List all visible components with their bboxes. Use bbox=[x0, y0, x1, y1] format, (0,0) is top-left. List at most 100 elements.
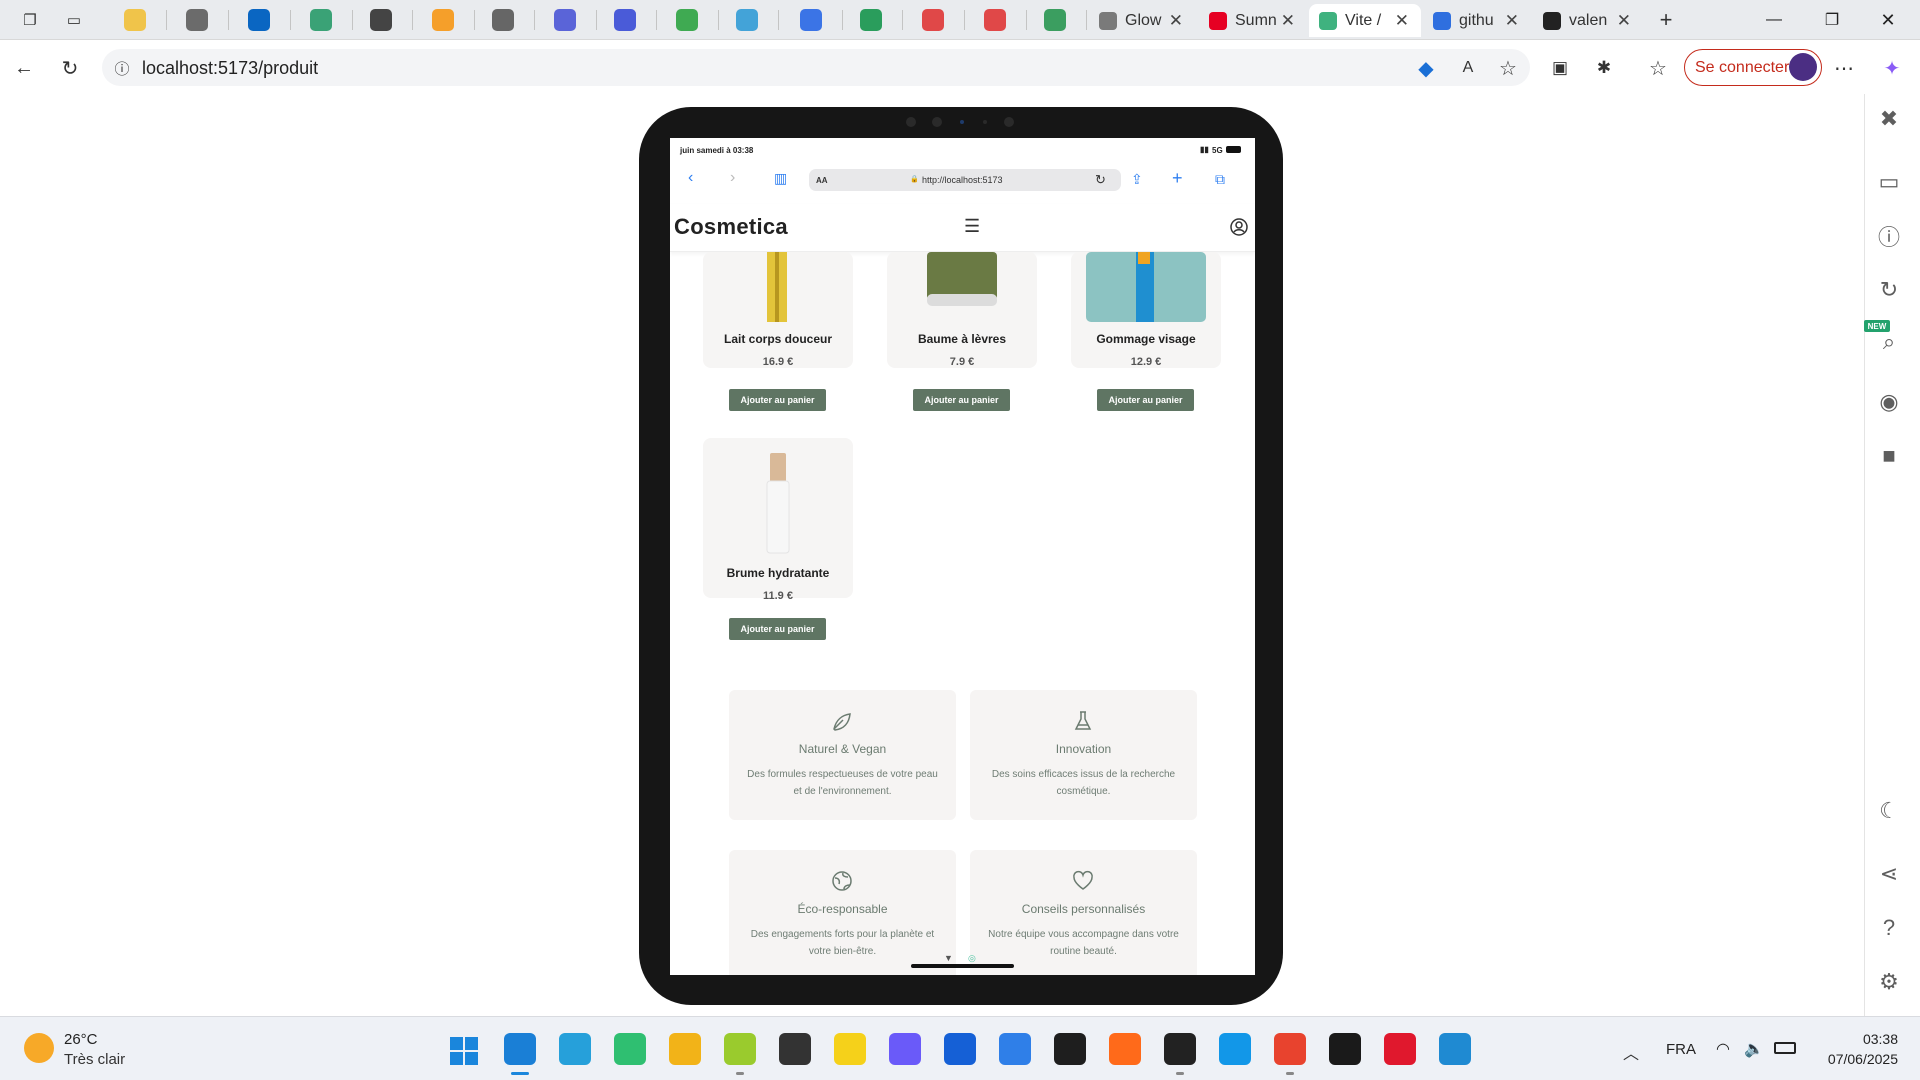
share-ios-icon[interactable]: ⇪ bbox=[1131, 171, 1143, 188]
taskbar-app-icon[interactable] bbox=[1219, 1033, 1251, 1065]
add-to-cart-button[interactable]: Ajouter au panier bbox=[913, 389, 1010, 411]
record-icon[interactable]: ■ bbox=[1873, 440, 1905, 472]
weather-description[interactable]: Très clair bbox=[64, 1051, 125, 1068]
battery-icon[interactable] bbox=[1774, 1042, 1796, 1054]
taskbar-app-icon[interactable] bbox=[1109, 1033, 1141, 1065]
pinned-tab-icon[interactable] bbox=[736, 9, 758, 31]
taskbar-app-icon[interactable] bbox=[834, 1033, 866, 1065]
close-tab-icon[interactable]: ✕ bbox=[1281, 11, 1295, 31]
extensions-puzzle-icon[interactable]: ✱ bbox=[1590, 54, 1618, 82]
add-to-cart-button[interactable]: Ajouter au panier bbox=[1097, 389, 1194, 411]
site-info-icon[interactable]: ⓘ bbox=[108, 54, 136, 82]
pinned-tab-icon[interactable] bbox=[922, 9, 944, 31]
add-to-cart-button[interactable]: Ajouter au panier bbox=[729, 618, 826, 640]
vertical-tabs-icon[interactable]: ▭ bbox=[62, 8, 86, 32]
copilot-icon[interactable]: ✦ bbox=[1878, 54, 1906, 82]
new-tab-icon[interactable]: + bbox=[1654, 7, 1678, 32]
taskbar-app-icon[interactable] bbox=[1439, 1033, 1471, 1065]
taskbar-app-icon[interactable] bbox=[999, 1033, 1031, 1065]
new-tab-ios-icon[interactable]: + bbox=[1172, 168, 1183, 189]
close-tab-icon[interactable]: ✕ bbox=[1169, 11, 1183, 31]
vite-devtools-icon[interactable]: ◎ bbox=[968, 953, 976, 964]
taskbar-app-icon[interactable] bbox=[779, 1033, 811, 1065]
pinned-tab-icon[interactable] bbox=[1044, 9, 1066, 31]
back-icon[interactable]: ← bbox=[10, 54, 38, 82]
pinned-tab-icon[interactable] bbox=[186, 9, 208, 31]
tab-glow[interactable]: Glow ✕ bbox=[1089, 4, 1195, 37]
window-close-icon[interactable]: ✕ bbox=[1868, 6, 1908, 34]
taskbar-app-icon[interactable] bbox=[1054, 1033, 1086, 1065]
help-icon[interactable]: ? bbox=[1873, 912, 1905, 944]
close-icon[interactable]: ✖ bbox=[1873, 103, 1905, 135]
pinned-tab-icon[interactable] bbox=[676, 9, 698, 31]
close-tab-icon[interactable]: ✕ bbox=[1395, 11, 1409, 31]
tab-vite-active[interactable]: Vite / ✕ bbox=[1309, 4, 1421, 37]
tabs-overview-icon[interactable]: ⧉ bbox=[1215, 171, 1225, 188]
settings-icon[interactable]: ⚙ bbox=[1873, 966, 1905, 998]
pinned-tab-icon[interactable] bbox=[860, 9, 882, 31]
share-icon[interactable]: ⋖ bbox=[1873, 858, 1905, 890]
weather-temperature[interactable]: 26°C bbox=[64, 1031, 98, 1048]
wifi-icon[interactable]: ◠ bbox=[1716, 1039, 1730, 1059]
read-aloud-icon[interactable]: A bbox=[1454, 54, 1482, 82]
safari-back-icon[interactable]: ‹ bbox=[688, 169, 693, 187]
pinned-tab-icon[interactable] bbox=[614, 9, 636, 31]
favorite-star-icon[interactable]: ☆ bbox=[1494, 54, 1522, 82]
favorites-icon[interactable]: ☆ bbox=[1644, 54, 1672, 82]
add-to-cart-button[interactable]: Ajouter au panier bbox=[729, 389, 826, 411]
taskbar-app-icon[interactable] bbox=[504, 1033, 536, 1065]
taskbar-app-icon[interactable] bbox=[1164, 1033, 1196, 1065]
start-icon[interactable] bbox=[449, 1036, 479, 1066]
workspaces-icon[interactable]: ❐ bbox=[18, 8, 42, 32]
dark-mode-icon[interactable]: ☾ bbox=[1873, 795, 1905, 827]
rotate-icon[interactable]: ↻ bbox=[1873, 274, 1905, 306]
extension-icon[interactable]: ▣ bbox=[1546, 54, 1574, 82]
taskbar-app-icon[interactable] bbox=[889, 1033, 921, 1065]
taskbar-app-icon[interactable] bbox=[724, 1033, 756, 1065]
restore-icon[interactable]: ❐ bbox=[1812, 6, 1852, 34]
pinned-tab-icon[interactable] bbox=[554, 9, 576, 31]
tab-github-valen[interactable]: valen ✕ bbox=[1533, 4, 1643, 37]
more-menu-icon[interactable]: ⋯ bbox=[1830, 54, 1858, 82]
screenshot-icon[interactable]: ◉ bbox=[1873, 386, 1905, 418]
weather-icon[interactable] bbox=[24, 1033, 54, 1063]
site-logo[interactable]: Cosmetica bbox=[674, 214, 788, 240]
safari-reload-icon[interactable]: ↻ bbox=[1095, 172, 1106, 188]
coupon-tag-icon[interactable]: ◆ bbox=[1412, 54, 1440, 82]
info-icon[interactable]: ⓘ bbox=[1873, 220, 1905, 252]
show-hidden-icons[interactable]: ︿ bbox=[1623, 1040, 1639, 1064]
scroll-down-icon[interactable]: ▼ bbox=[944, 953, 953, 963]
taskbar-app-icon[interactable] bbox=[669, 1033, 701, 1065]
tab-github-search[interactable]: githu ✕ bbox=[1423, 4, 1531, 37]
safari-forward-icon[interactable]: › bbox=[730, 169, 735, 187]
devices-icon[interactable]: ▭ bbox=[1873, 166, 1905, 198]
pinned-tab-icon[interactable] bbox=[984, 9, 1006, 31]
taskbar-app-icon[interactable] bbox=[559, 1033, 591, 1065]
close-tab-icon[interactable]: ✕ bbox=[1617, 11, 1631, 31]
refresh-icon[interactable]: ↻ bbox=[56, 54, 84, 82]
tab-pinterest[interactable]: Sumn ✕ bbox=[1199, 4, 1307, 37]
text-size-button[interactable]: AA bbox=[816, 176, 828, 185]
input-language[interactable]: FRA bbox=[1666, 1041, 1696, 1058]
user-account-icon[interactable] bbox=[1230, 218, 1248, 236]
url-text[interactable]: localhost:5173/produit bbox=[142, 58, 318, 79]
pinned-tab-icon[interactable] bbox=[310, 9, 332, 31]
bookmarks-icon[interactable]: ▥ bbox=[774, 170, 787, 187]
pinned-tab-icon[interactable] bbox=[370, 9, 392, 31]
taskbar-app-icon[interactable] bbox=[1329, 1033, 1361, 1065]
taskbar-app-icon[interactable] bbox=[1274, 1033, 1306, 1065]
clock-date[interactable]: 07/06/2025 bbox=[1816, 1051, 1898, 1067]
clock-time[interactable]: 03:38 bbox=[1816, 1031, 1898, 1047]
volume-icon[interactable]: 🔈 bbox=[1744, 1039, 1764, 1059]
pinned-tab-icon[interactable] bbox=[124, 9, 146, 31]
taskbar-app-icon[interactable] bbox=[944, 1033, 976, 1065]
pinned-tab-icon[interactable] bbox=[492, 9, 514, 31]
pinned-tab-icon[interactable] bbox=[800, 9, 822, 31]
taskbar-app-icon[interactable] bbox=[1384, 1033, 1416, 1065]
sign-in-button[interactable]: Se connecter bbox=[1684, 49, 1822, 86]
hamburger-menu-icon[interactable]: ☰ bbox=[964, 216, 980, 237]
pinned-tab-icon[interactable] bbox=[248, 9, 270, 31]
close-tab-icon[interactable]: ✕ bbox=[1505, 11, 1519, 31]
minimize-icon[interactable]: — bbox=[1754, 6, 1794, 34]
taskbar-app-icon[interactable] bbox=[614, 1033, 646, 1065]
